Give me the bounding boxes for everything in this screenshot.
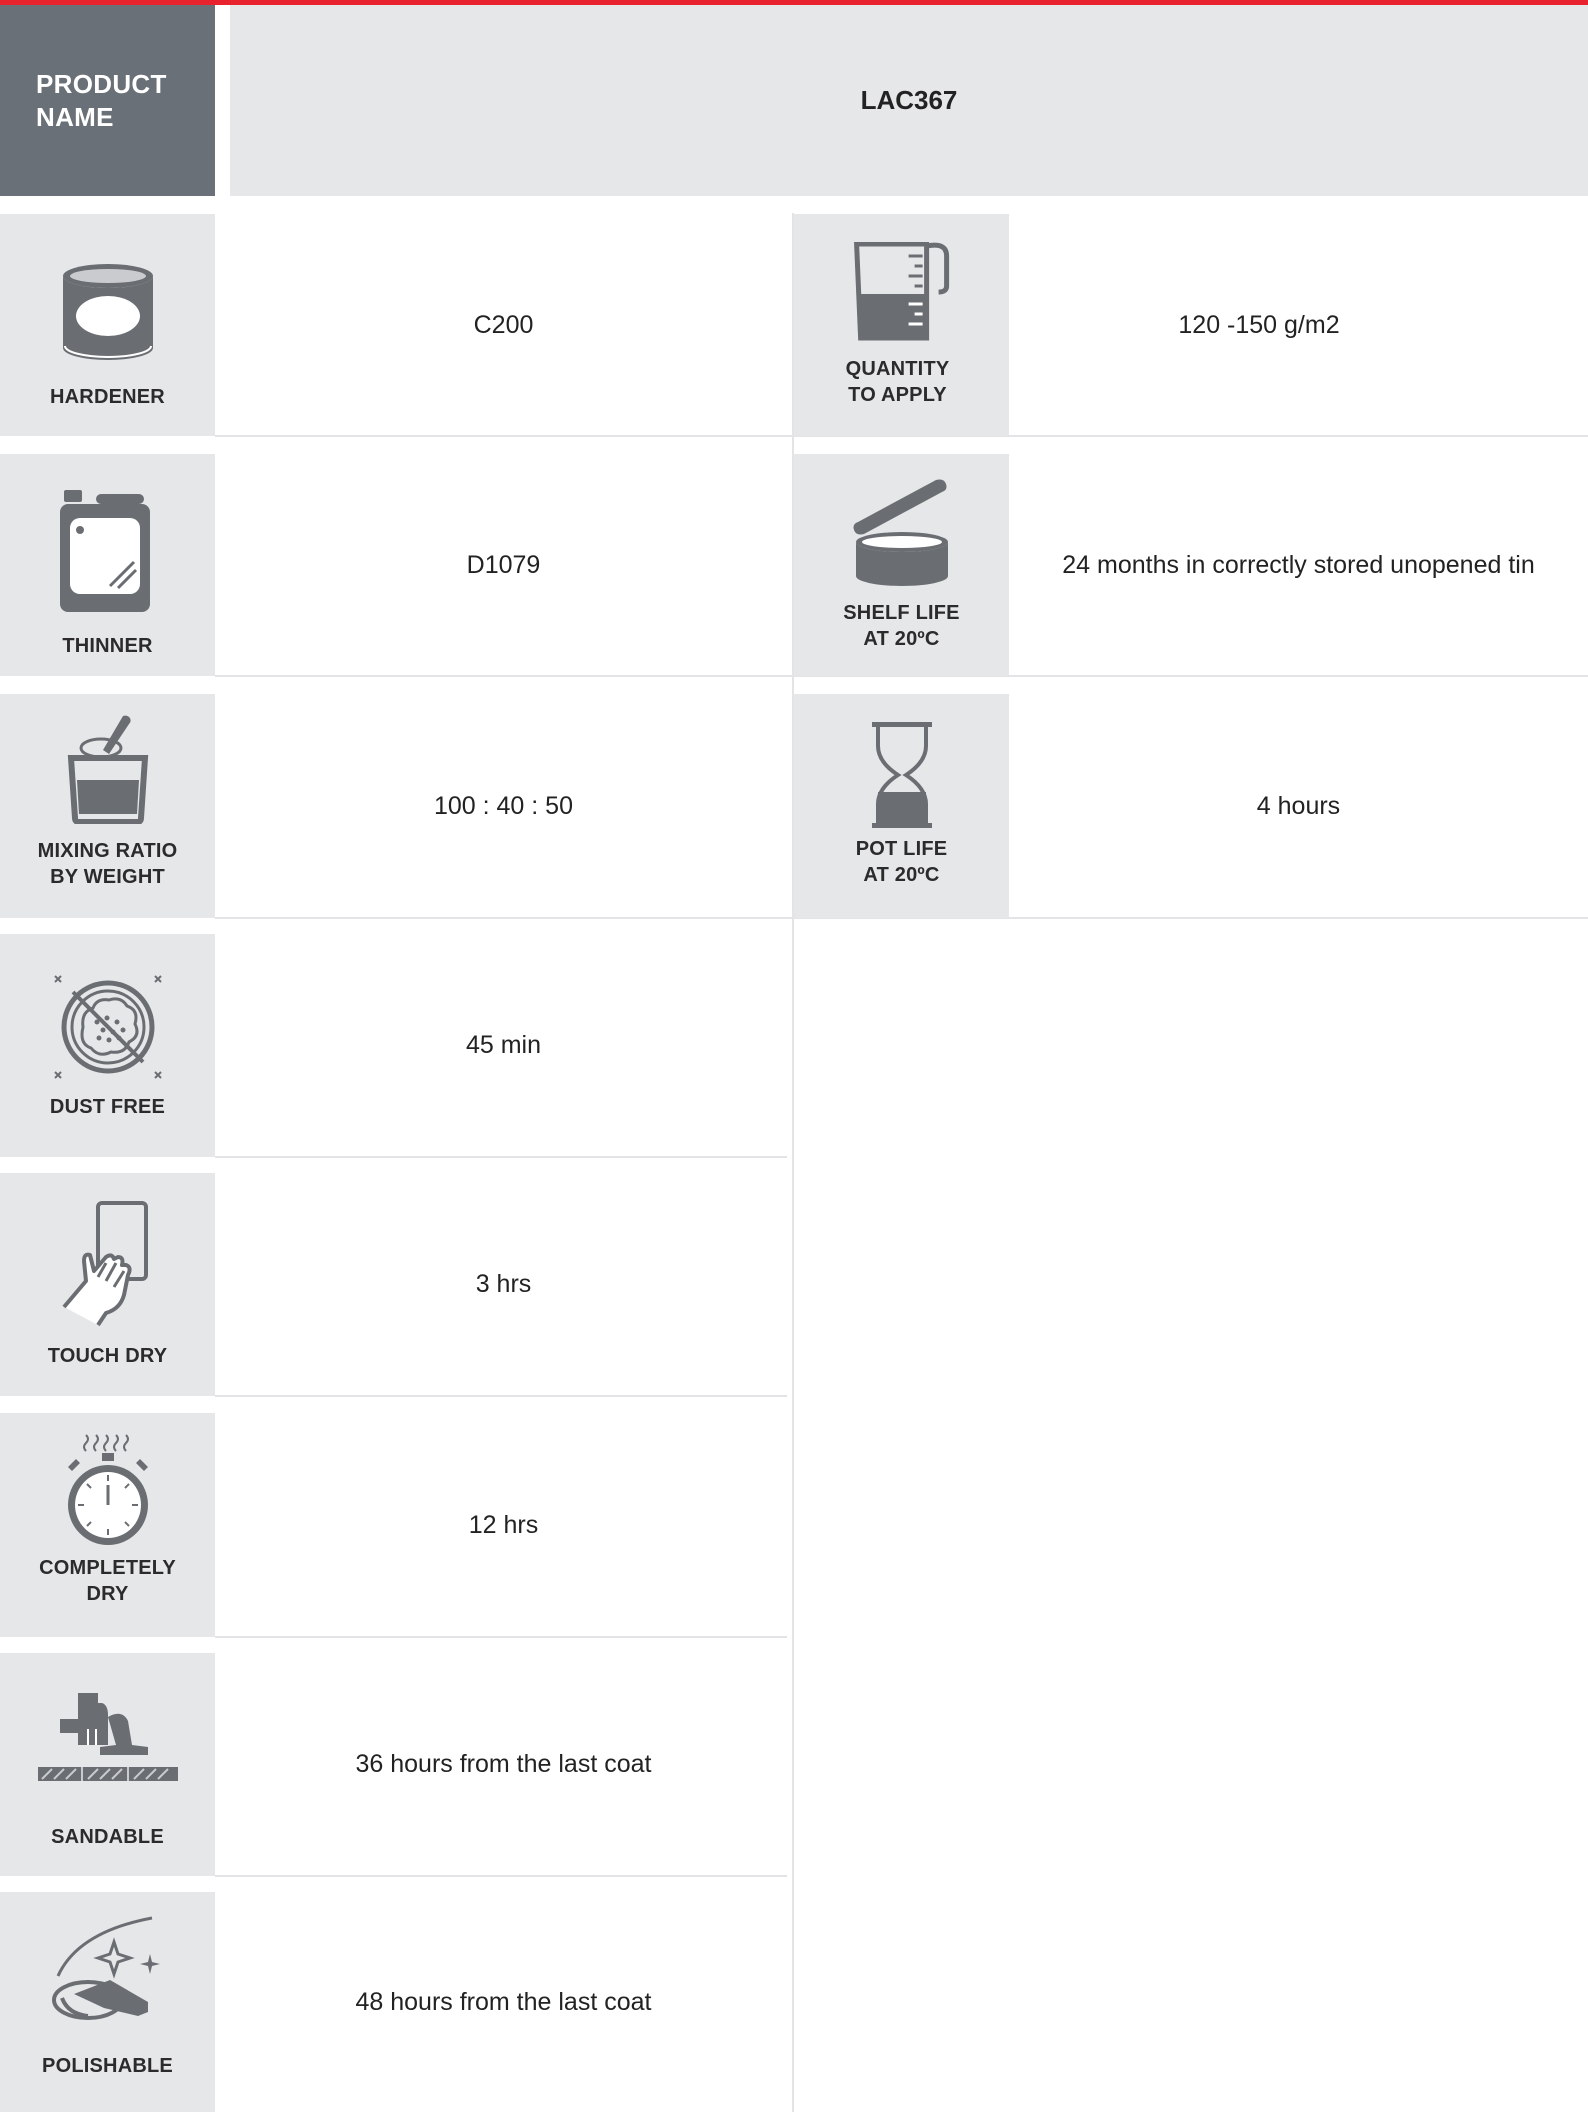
pot-life-label-line2: AT 20ºC — [863, 864, 940, 886]
hourglass-icon — [871, 722, 932, 828]
touch-dry-icon-panel: TOUCH DRY — [0, 1173, 215, 1396]
mixing-bucket-icon — [67, 715, 148, 824]
completely-dry-label: COMPLETELY DRY — [0, 1555, 215, 1607]
completely-dry-value: 12 hrs — [468, 1510, 539, 1539]
open-tin-icon — [853, 479, 948, 586]
polishable-label: POLISHABLE — [0, 2053, 215, 2079]
hardener-icon-panel: HARDENER — [0, 214, 215, 436]
completely-dry-label-line1: COMPLETELY — [39, 1557, 176, 1579]
sander-icon — [37, 1693, 178, 1781]
thinner-value: D1079 — [466, 550, 541, 579]
dust-free-icon — [53, 975, 162, 1079]
hardener-value: C200 — [473, 310, 534, 339]
hardener-label-text: HARDENER — [50, 386, 165, 408]
completely-dry-icon-panel: COMPLETELY DRY — [0, 1413, 215, 1637]
dust-free-row: DUST FREE 45 min — [0, 934, 792, 1157]
shelf-life-value: 24 months in correctly stored unopened t… — [1062, 550, 1535, 579]
sandable-label: SANDABLE — [0, 1824, 215, 1850]
mixing-label-line1: MIXING RATIO — [37, 840, 178, 862]
hardener-row: HARDENER C200 — [0, 214, 792, 436]
mixing-label-line2: BY WEIGHT — [50, 866, 165, 888]
thinner-label-text: THINNER — [62, 635, 153, 657]
product-name-value: LAC367 — [230, 5, 1588, 196]
product-name-label-line1: PRODUCT — [36, 68, 167, 99]
pot-life-value: 4 hours — [1256, 791, 1341, 820]
mixing-icon-panel: MIXING RATIO BY WEIGHT — [0, 694, 215, 918]
hardener-label: HARDENER — [0, 384, 215, 410]
polisher-icon — [51, 1916, 160, 2020]
thinner-label: THINNER — [0, 633, 215, 659]
dust-free-icon-panel: DUST FREE — [0, 934, 215, 1157]
touch-dry-value: 3 hrs — [475, 1270, 532, 1298]
touch-dry-label-text: TOUCH DRY — [47, 1345, 168, 1367]
pot-life-icon-panel: POT LIFE AT 20ºC — [794, 694, 1009, 918]
quantity-label-line1: QUANTITY — [845, 358, 950, 380]
dust-free-label-text: DUST FREE — [49, 1096, 166, 1118]
pot-life-label: POT LIFE AT 20ºC — [794, 836, 1009, 888]
mixing-ratio-row: MIXING RATIO BY WEIGHT 100 : 40 : 50 — [0, 694, 792, 918]
quantity-value: 120 -150 g/m2 — [1178, 310, 1340, 339]
shelf-life-label-line2: AT 20ºC — [863, 628, 940, 650]
polishable-icon-panel: POLISHABLE — [0, 1892, 215, 2112]
paint-can-icon — [62, 264, 153, 360]
touch-dry-hand-icon — [61, 1201, 148, 1327]
dust-free-label: DUST FREE — [0, 1094, 215, 1120]
touch-dry-row: TOUCH DRY 3 hrs — [0, 1173, 792, 1396]
pot-life-row: POT LIFE AT 20ºC 4 hours — [794, 694, 1588, 918]
shelf-life-icon-panel: SHELF LIFE AT 20ºC — [794, 454, 1009, 676]
mixing-label: MIXING RATIO BY WEIGHT — [0, 838, 215, 890]
touch-dry-label: TOUCH DRY — [0, 1343, 215, 1369]
product-name-label-line2: NAME — [36, 101, 114, 132]
shelf-life-label-line1: SHELF LIFE — [843, 602, 960, 624]
measuring-jug-icon — [853, 242, 949, 341]
sandable-label-text: SANDABLE — [51, 1826, 164, 1848]
polishable-row: POLISHABLE 48 hours from the last coat — [0, 1892, 792, 2112]
polishable-label-text: POLISHABLE — [42, 2055, 173, 2077]
mixing-ratio-value: 100 : 40 : 50 — [433, 791, 573, 820]
shelf-life-row: SHELF LIFE AT 20ºC 24 months in correctl… — [794, 454, 1588, 676]
polishable-value: 48 hours from the last coat — [355, 1987, 652, 2016]
thinner-icon-panel: THINNER — [0, 454, 215, 676]
quantity-label-line2: TO APPLY — [848, 384, 947, 406]
quantity-label: QUANTITY TO APPLY — [790, 356, 1005, 408]
quantity-row: QUANTITY TO APPLY 120 -150 g/m2 — [794, 214, 1588, 436]
pot-life-label-line1: POT LIFE — [855, 838, 948, 860]
completely-dry-label-line2: DRY — [86, 1583, 129, 1605]
jerrycan-icon — [59, 490, 150, 612]
dust-free-value: 45 min — [465, 1031, 542, 1059]
thinner-row: THINNER D1079 — [0, 454, 792, 676]
shelf-life-label: SHELF LIFE AT 20ºC — [794, 600, 1009, 652]
quantity-icon-panel: QUANTITY TO APPLY — [794, 214, 1009, 436]
completely-dry-row: COMPLETELY DRY 12 hrs — [0, 1413, 792, 1637]
stopwatch-icon — [67, 1434, 148, 1545]
sandable-row: SANDABLE 36 hours from the last coat — [0, 1653, 792, 1876]
sandable-value: 36 hours from the last coat — [355, 1750, 652, 1778]
sandable-icon-panel: SANDABLE — [0, 1653, 215, 1876]
product-name-label: PRODUCT NAME — [0, 5, 215, 196]
